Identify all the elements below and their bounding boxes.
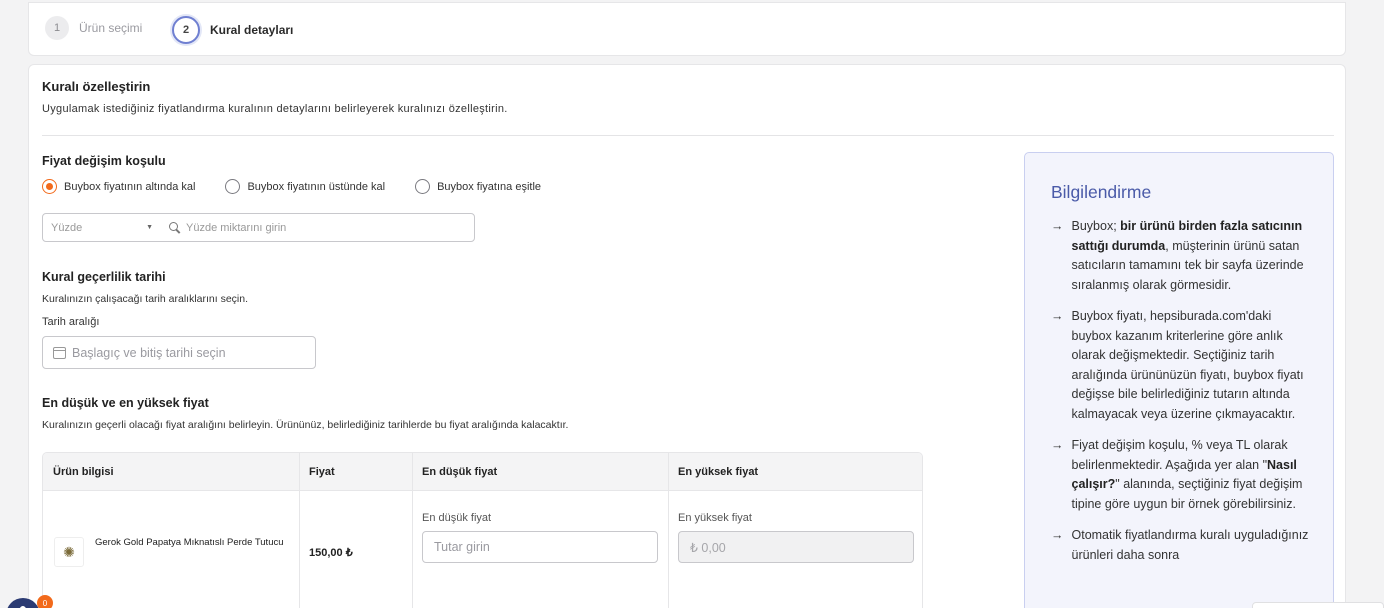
radio-empty-icon xyxy=(415,179,431,194)
list-item: → Buybox; bir ürünü birden fazla satıcın… xyxy=(1051,217,1313,295)
min-max-title: En düşük ve en yüksek fiyat xyxy=(42,396,209,410)
column-divider xyxy=(412,453,413,608)
date-range-label: Tarih aralığı xyxy=(42,316,100,328)
page-title: Kuralı özelleştirin xyxy=(42,79,151,94)
radio-below-buybox[interactable]: Buybox fiyatının altında kal xyxy=(42,179,195,194)
rule-details-card: Kuralı özelleştirin Uygulamak istediğini… xyxy=(28,64,1346,608)
page-scrollbar[interactable] xyxy=(1365,0,1384,608)
min-price-input[interactable]: Tutar girin xyxy=(422,531,658,563)
price-condition-options: Buybox fiyatının altında kal Buybox fiya… xyxy=(42,179,541,194)
info-panel: Bilgilendirme → Buybox; bir ürünü birden… xyxy=(1024,152,1334,608)
page-description: Uygulamak istediğiniz fiyatlandırma kura… xyxy=(42,103,508,115)
stepper: 1 Ürün seçimi 2 Kural detayları xyxy=(28,2,1346,56)
max-price-input[interactable]: ₺ 0,00 xyxy=(678,531,914,563)
list-item: → Otomatik fiyatlandırma kuralı uyguladı… xyxy=(1051,526,1313,565)
min-max-description: Kuralınızın geçerli olacağı fiyat aralığ… xyxy=(42,419,569,431)
info-title: Bilgilendirme xyxy=(1051,182,1152,202)
max-price-label: En yüksek fiyat xyxy=(678,512,752,524)
step-product-selection[interactable]: 1 Ürün seçimi xyxy=(45,16,142,40)
price-range-table: Ürün bilgisi Fiyat En düşük fiyat En yük… xyxy=(42,452,923,608)
bottom-popup-edge xyxy=(1252,602,1384,608)
th-max-price: En yüksek fiyat xyxy=(678,466,759,478)
radio-empty-icon xyxy=(225,179,241,194)
arrow-right-icon: → xyxy=(1051,219,1064,233)
step-number: 1 xyxy=(45,16,69,40)
caret-down-icon: ▼ xyxy=(146,224,153,231)
validity-title: Kural geçerlilik tarihi xyxy=(42,270,166,284)
radio-label: Buybox fiyatına eşitle xyxy=(437,180,542,193)
list-item: → Fiyat değişim koşulu, % veya TL olarak… xyxy=(1051,436,1313,514)
chat-icon: ● xyxy=(18,600,28,608)
search-icon xyxy=(169,222,180,233)
arrow-right-icon: → xyxy=(1051,528,1064,542)
product-name: Gerok Gold Papatya Mıknatıslı Perde Tutu… xyxy=(95,537,284,548)
step-label: Kural detayları xyxy=(210,23,294,37)
th-price: Fiyat xyxy=(309,466,335,478)
step-label: Ürün seçimi xyxy=(79,21,143,35)
product-thumbnail: ✺ xyxy=(54,537,84,567)
column-divider xyxy=(299,453,300,608)
info-list: → Buybox; bir ürünü birden fazla satıcın… xyxy=(1051,217,1313,577)
step-rule-details[interactable]: 2 Kural detayları xyxy=(172,16,293,44)
product-price: 150,00 ₺ xyxy=(309,547,353,559)
table-header: Ürün bilgisi Fiyat En düşük fiyat En yük… xyxy=(43,453,922,491)
radio-above-buybox[interactable]: Buybox fiyatının üstünde kal xyxy=(225,179,385,194)
th-min-price: En düşük fiyat xyxy=(422,466,498,478)
list-item: → Buybox fiyatı, hepsiburada.com'daki bu… xyxy=(1051,307,1313,424)
radio-equal-buybox[interactable]: Buybox fiyatına eşitle xyxy=(415,179,541,194)
validity-description: Kuralınızın çalışacağı tarih aralıkların… xyxy=(42,293,249,305)
column-divider xyxy=(668,453,669,608)
radio-selected-icon xyxy=(42,179,57,194)
radio-label: Buybox fiyatının altında kal xyxy=(64,180,196,193)
calendar-icon xyxy=(53,346,66,359)
date-range-input[interactable]: Başlagıç ve bitiş tarihi seçin xyxy=(42,336,316,369)
step-number: 2 xyxy=(172,16,200,44)
arrow-right-icon: → xyxy=(1051,309,1064,323)
price-condition-title: Fiyat değişim koşulu xyxy=(42,154,166,168)
arrow-right-icon: → xyxy=(1051,438,1064,452)
notification-badge: 0 xyxy=(37,595,53,608)
radio-label: Buybox fiyatının üstünde kal xyxy=(247,180,386,193)
divider xyxy=(42,135,1334,136)
percent-amount-field: Yüzde ▼ Yüzde miktarını girin xyxy=(42,213,475,242)
change-type-select[interactable]: Yüzde ▼ xyxy=(43,214,161,241)
th-product-info: Ürün bilgisi xyxy=(53,466,114,478)
min-price-label: En düşük fiyat xyxy=(422,512,492,524)
percent-amount-input[interactable]: Yüzde miktarını girin xyxy=(161,222,474,234)
